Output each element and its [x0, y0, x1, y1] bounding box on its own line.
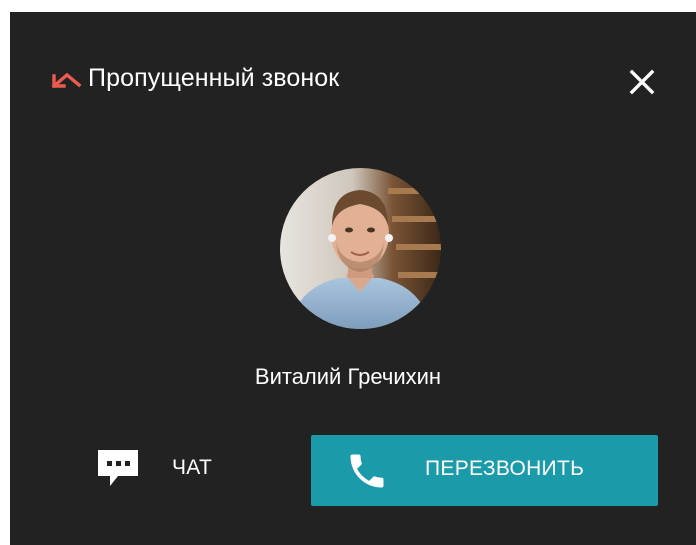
- callback-label: ПЕРЕЗВОНИТЬ: [425, 457, 585, 480]
- page: Пропущенный звонок Виталий Гречихин ЧАТ …: [0, 0, 696, 545]
- avatar-photo: [280, 168, 441, 329]
- caller-name: Виталий Гречихин: [254, 364, 442, 389]
- chat-bubble-icon: [98, 450, 138, 486]
- close-button[interactable]: [622, 62, 662, 102]
- dialog-title: Пропущенный звонок: [88, 64, 340, 92]
- callback-button[interactable]: ПЕРЕЗВОНИТЬ: [311, 435, 658, 506]
- chat-label: ЧАТ: [172, 456, 213, 479]
- close-icon: [629, 69, 655, 95]
- chat-button[interactable]: ЧАТ: [94, 438, 284, 498]
- missed-call-icon: [51, 72, 82, 89]
- caller-avatar: [280, 168, 441, 329]
- phone-icon: [350, 454, 384, 488]
